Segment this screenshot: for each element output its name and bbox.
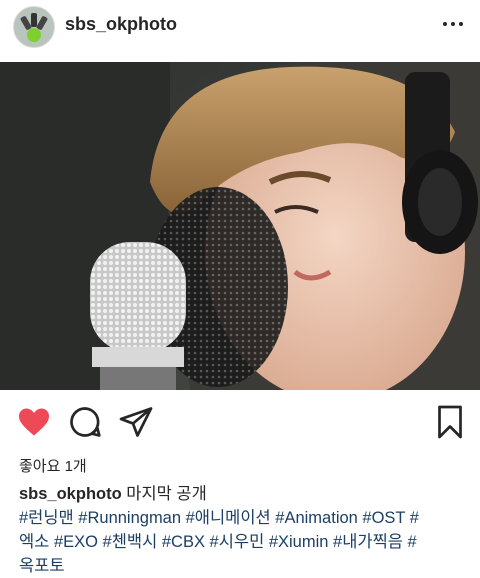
hashtags-line-3[interactable]: 옥포토 (19, 554, 469, 578)
comment-icon[interactable] (67, 404, 103, 440)
heart-icon[interactable] (16, 404, 52, 440)
caption-text: 마지막 공개 (126, 485, 207, 503)
post-actions (0, 396, 480, 448)
caption-line: sbs_okphoto 마지막 공개 (19, 482, 469, 506)
hashtags-line-2[interactable]: 엑소 #EXO #첸백시 #CBX #시우민 #Xiumin #내가찍음 # (19, 530, 469, 554)
post-photo[interactable] (0, 62, 480, 390)
post-header: sbs_okphoto (0, 0, 480, 58)
more-options-icon[interactable] (440, 14, 466, 34)
post-username[interactable]: sbs_okphoto (65, 14, 177, 35)
bookmark-icon[interactable] (432, 404, 468, 440)
hashtags-line-1[interactable]: #런닝맨 #Runningman #애니메이션 #Animation #OST … (19, 506, 469, 530)
caption-username[interactable]: sbs_okphoto (19, 485, 122, 503)
share-icon[interactable] (118, 404, 154, 440)
profile-avatar[interactable] (13, 6, 55, 48)
like-count[interactable]: 좋아요 1개 (19, 455, 87, 476)
